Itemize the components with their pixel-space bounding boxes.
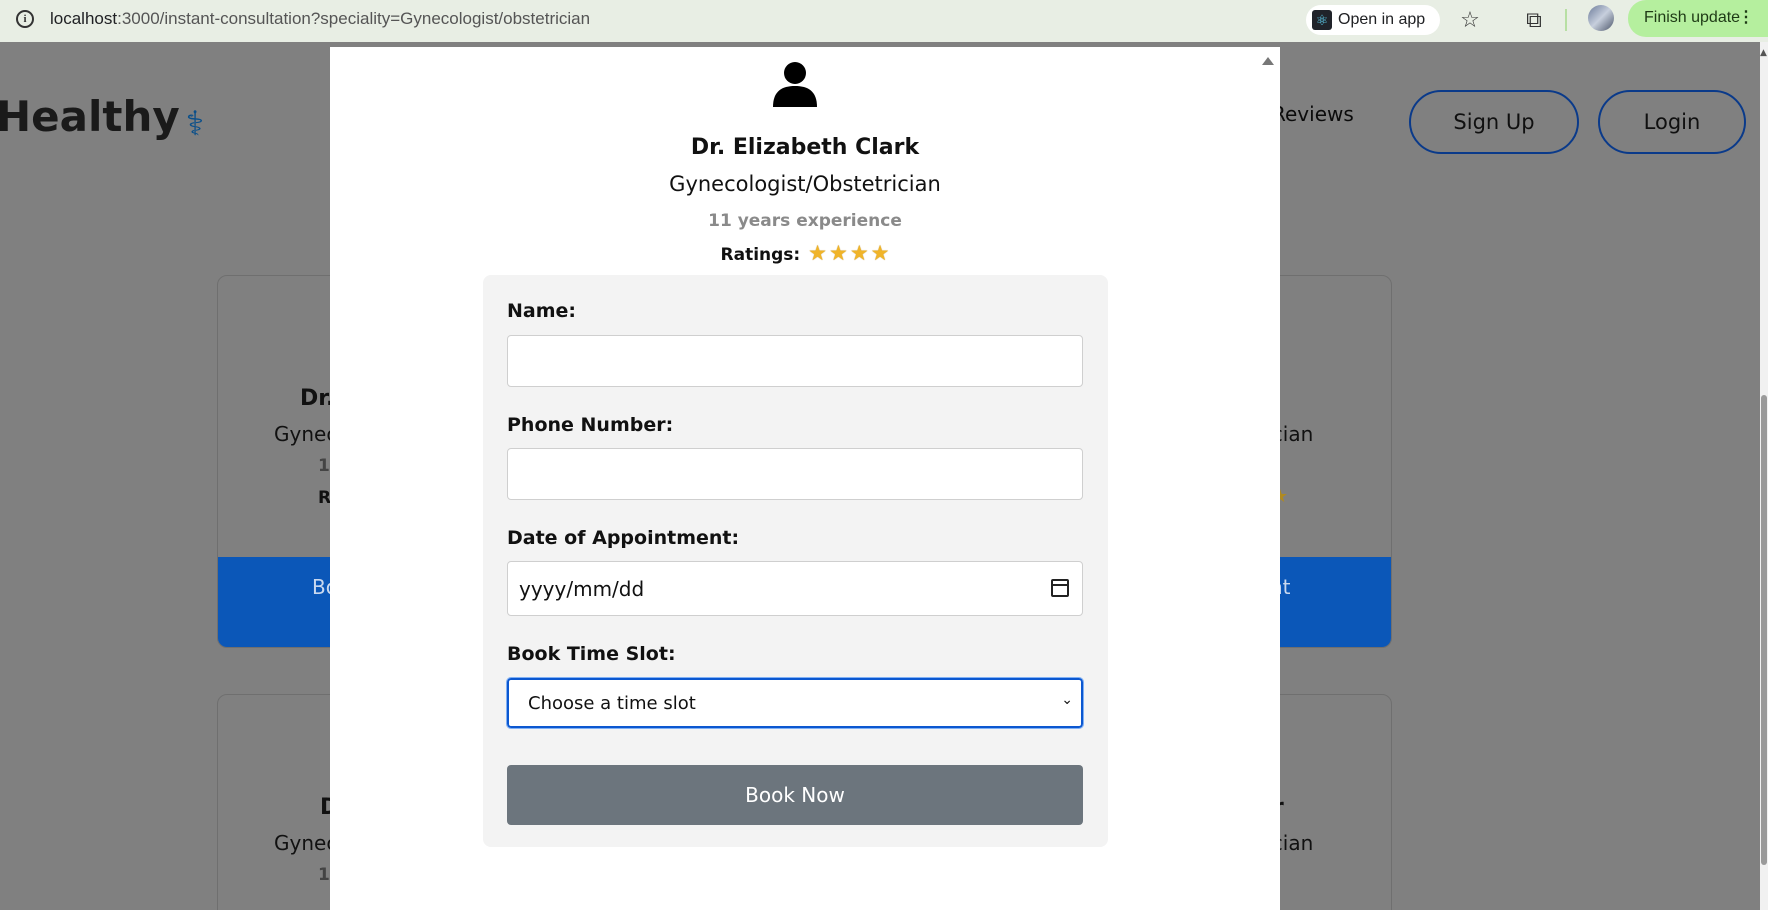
- finish-update-label: Finish update: [1644, 9, 1741, 26]
- url-host: localhost: [50, 9, 118, 28]
- profile-avatar[interactable]: [1588, 5, 1614, 31]
- booking-modal: Dr. Elizabeth Clark Gynecologist/Obstetr…: [330, 47, 1280, 910]
- address-bar[interactable]: localhost:3000/instant-consultation?spec…: [50, 9, 590, 29]
- extensions-icon[interactable]: ⧉: [1520, 7, 1548, 35]
- date-placeholder: yyyy/mm/dd: [519, 576, 645, 601]
- time-slot-selected: Choose a time slot: [528, 692, 696, 714]
- star-icon: ★: [870, 241, 890, 265]
- name-input[interactable]: [507, 335, 1083, 387]
- bookmark-star-icon[interactable]: ☆: [1456, 7, 1484, 35]
- modal-scroll-up-arrow[interactable]: [1262, 57, 1274, 65]
- scrollbar-up-arrow[interactable]: ▲: [1760, 48, 1768, 58]
- react-app-icon: ⚛: [1312, 10, 1332, 30]
- user-profile-icon: [773, 62, 817, 107]
- browser-toolbar: i localhost:3000/instant-consultation?sp…: [0, 0, 1768, 42]
- toolbar-divider: [1565, 9, 1567, 31]
- nav-link-reviews[interactable]: Reviews: [1272, 102, 1354, 126]
- site-logo[interactable]: Healthy ⚕: [0, 92, 228, 146]
- site-info-icon[interactable]: i: [16, 10, 34, 28]
- phone-label: Phone Number:: [507, 414, 674, 436]
- doctor-speciality: Gynecologist/Obstetrician: [669, 172, 941, 196]
- star-icon: ★: [849, 241, 869, 265]
- time-slot-select[interactable]: Choose a time slot ⌄: [506, 677, 1084, 729]
- ratings-label: Ratings:: [720, 245, 801, 265]
- chevron-down-icon: ⌄: [1061, 692, 1073, 708]
- book-now-button[interactable]: Book Now: [507, 765, 1083, 825]
- logo-text: Healthy: [0, 92, 180, 141]
- date-input[interactable]: yyyy/mm/dd: [507, 561, 1083, 616]
- time-slot-label: Book Time Slot:: [507, 643, 676, 665]
- kebab-menu-icon[interactable]: ⋮: [1738, 0, 1754, 36]
- signup-button[interactable]: Sign Up: [1409, 90, 1579, 154]
- star-icon: ★: [808, 241, 827, 265]
- login-button[interactable]: Login: [1598, 90, 1746, 154]
- calendar-icon[interactable]: [1051, 579, 1069, 597]
- doctor-name: Dr. Elizabeth Clark: [690, 135, 920, 160]
- url-path: :3000/instant-consultation?speciality=Gy…: [117, 9, 591, 28]
- doctor-experience: 11 years experience: [708, 211, 902, 231]
- date-label: Date of Appointment:: [507, 527, 740, 549]
- rating-stars: ★★★★: [806, 241, 889, 265]
- open-in-app-label: Open in app: [1338, 11, 1426, 28]
- star-icon: ★: [828, 241, 848, 265]
- name-label: Name:: [507, 300, 577, 322]
- finish-update-button[interactable]: Finish update ⋮: [1628, 0, 1768, 37]
- phone-input[interactable]: [507, 448, 1083, 500]
- scrollbar-thumb[interactable]: [1761, 395, 1767, 865]
- doctor-ratings: Ratings: ★★★★: [330, 241, 1280, 265]
- doctor-logo-icon: ⚕: [185, 104, 205, 144]
- booking-form: Name: Phone Number: Date of Appointment:…: [483, 275, 1108, 847]
- open-in-app-button[interactable]: ⚛ Open in app: [1306, 5, 1440, 35]
